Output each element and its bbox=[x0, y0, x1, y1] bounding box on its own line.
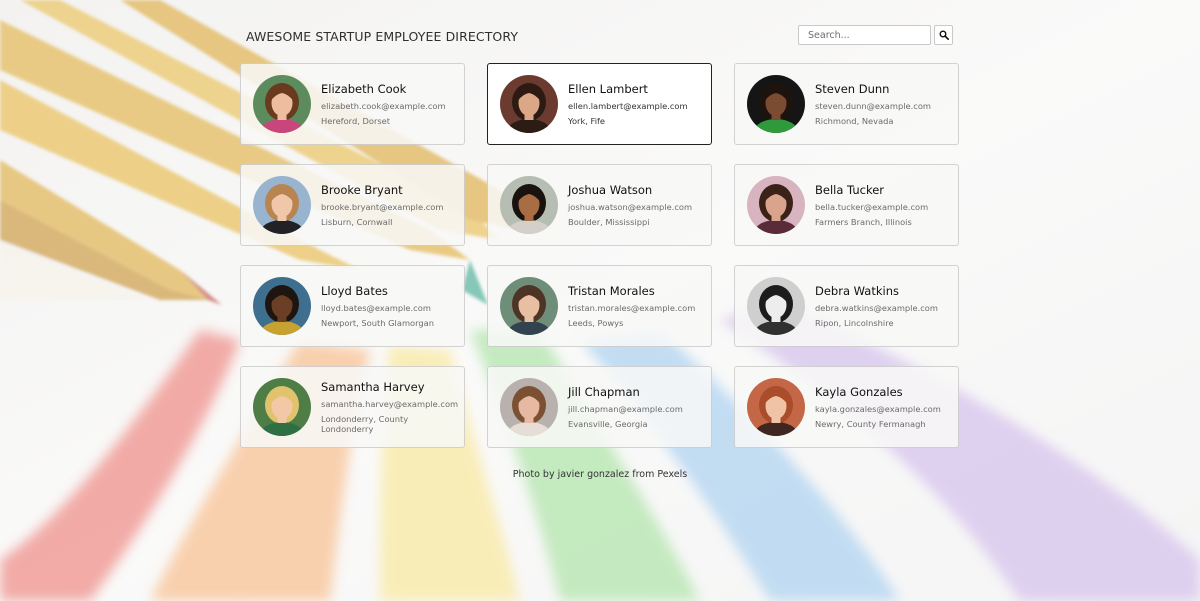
employee-name: Joshua Watson bbox=[568, 183, 653, 197]
avatar bbox=[747, 176, 805, 234]
employee-name: Kayla Gonzales bbox=[815, 385, 903, 399]
employee-card[interactable]: Jill Chapman jill.chapman@example.com Evan… bbox=[487, 366, 712, 448]
search-icon bbox=[939, 30, 949, 40]
employee-email: kayla.gonzales@example.com bbox=[815, 404, 941, 414]
employee-email: brooke.bryant@example.com bbox=[321, 202, 444, 212]
employee-location: Hereford, Dorset bbox=[321, 116, 391, 126]
employee-email: steven.dunn@example.com bbox=[815, 101, 931, 111]
employee-email: joshua.watson@example.com bbox=[568, 202, 693, 212]
employee-card[interactable]: Bella Tucker bella.tucker@example.com Farm… bbox=[734, 164, 959, 246]
employee-card[interactable]: Samantha Harvey samantha.harvey@example.c… bbox=[240, 366, 465, 448]
employee-location: Richmond, Nevada bbox=[815, 116, 894, 126]
employee-email: samantha.harvey@example.com bbox=[321, 399, 459, 409]
employee-name: Brooke Bryant bbox=[321, 183, 403, 197]
page-title: AWESOME STARTUP EMPLOYEE DIRECTORY bbox=[246, 29, 519, 44]
employee-card[interactable]: Lloyd Bates lloyd.bates@example.com Newpor… bbox=[240, 265, 465, 347]
avatar bbox=[253, 176, 311, 234]
employee-name: Lloyd Bates bbox=[321, 284, 388, 298]
employee-location: Lisburn, Cornwall bbox=[321, 217, 393, 227]
employee-location: Leeds, Powys bbox=[568, 318, 624, 328]
employee-email: bella.tucker@example.com bbox=[815, 202, 929, 212]
employee-name: Debra Watkins bbox=[815, 284, 899, 298]
search-input[interactable] bbox=[798, 25, 931, 45]
employee-location: Newry, County Fermanagh bbox=[815, 419, 926, 429]
employee-email: elizabeth.cook@example.com bbox=[321, 101, 446, 111]
avatar bbox=[747, 75, 805, 133]
employee-location: Farmers Branch, Illinois bbox=[815, 217, 912, 227]
employee-card[interactable]: Joshua Watson joshua.watson@example.com Bo… bbox=[487, 164, 712, 246]
employee-name: Elizabeth Cook bbox=[321, 82, 407, 96]
employee-card[interactable]: Debra Watkins debra.watkins@example.com Ri… bbox=[734, 265, 959, 347]
avatar bbox=[747, 378, 805, 436]
employee-card[interactable]: Brooke Bryant brooke.bryant@example.com Li… bbox=[240, 164, 465, 246]
employee-name: Tristan Morales bbox=[568, 284, 655, 298]
employee-name: Bella Tucker bbox=[815, 183, 884, 197]
employee-location: Evansville, Georgia bbox=[568, 419, 648, 429]
employee-card[interactable]: Tristan Morales tristan.morales@example.c… bbox=[487, 265, 712, 347]
employee-name: Jill Chapman bbox=[568, 385, 640, 399]
employee-email: lloyd.bates@example.com bbox=[321, 303, 431, 313]
employee-card[interactable]: Steven Dunn steven.dunn@example.com Richmo… bbox=[734, 63, 959, 145]
employee-email: tristan.morales@example.com bbox=[568, 303, 696, 313]
employee-location: Boulder, Mississippi bbox=[568, 217, 650, 227]
avatar bbox=[500, 176, 558, 234]
avatar bbox=[253, 75, 311, 133]
employee-card[interactable]: Kayla Gonzales kayla.gonzales@example.com… bbox=[734, 366, 959, 448]
avatar bbox=[500, 75, 558, 133]
employee-email: ellen.lambert@example.com bbox=[568, 101, 688, 111]
avatar bbox=[500, 277, 558, 335]
avatar bbox=[253, 277, 311, 335]
employee-location: Ripon, Lincolnshire bbox=[815, 318, 894, 328]
employee-email: jill.chapman@example.com bbox=[568, 404, 683, 414]
avatar bbox=[253, 378, 311, 436]
employee-location: Newport, South Glamorgan bbox=[321, 318, 434, 328]
avatar bbox=[500, 378, 558, 436]
employee-grid: Elizabeth Cook elizabeth.cook@example.com… bbox=[240, 63, 960, 448]
employee-card[interactable]: Ellen Lambert ellen.lambert@example.com Yo… bbox=[487, 63, 712, 145]
employee-email: debra.watkins@example.com bbox=[815, 303, 938, 313]
search-button[interactable] bbox=[934, 25, 953, 45]
employee-location: Londonderry, County Londonderry bbox=[321, 414, 409, 434]
search-form bbox=[798, 25, 953, 45]
employee-name: Ellen Lambert bbox=[568, 82, 648, 96]
employee-name: Steven Dunn bbox=[815, 82, 890, 96]
photo-credit: Photo by javier gonzalez from Pexels bbox=[512, 469, 688, 480]
employee-name: Samantha Harvey bbox=[321, 380, 425, 394]
employee-card[interactable]: Elizabeth Cook elizabeth.cook@example.com… bbox=[240, 63, 465, 145]
avatar bbox=[747, 277, 805, 335]
employee-location: York, Fife bbox=[568, 116, 606, 126]
